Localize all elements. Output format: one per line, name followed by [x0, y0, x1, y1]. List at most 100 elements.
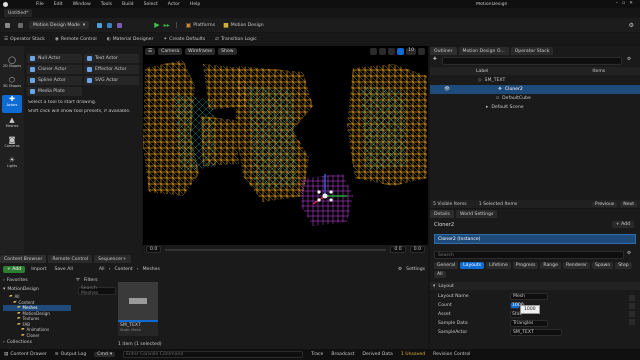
mode-cameras[interactable]: ◙ Cameras	[2, 136, 22, 148]
motion-design-button[interactable]: Motion Design	[231, 23, 264, 28]
unsaved-badge[interactable]: 1 Unsaved	[401, 352, 425, 357]
console-input[interactable]: Enter Console Command	[123, 351, 304, 358]
project-header[interactable]: ▾ MotionDesign	[3, 286, 71, 293]
reset-icon[interactable]	[629, 303, 635, 309]
tab-operator-stack[interactable]: Operator Stack	[510, 47, 554, 55]
add-button[interactable]: + Add	[3, 266, 26, 273]
cloner-actor-button[interactable]: Cloner Actor	[27, 65, 82, 74]
reset-icon[interactable]	[629, 311, 635, 317]
text-actor-button[interactable]: Text Actor	[84, 54, 139, 63]
translate-tool-icon[interactable]	[370, 48, 378, 55]
grid-snap-icon[interactable]	[397, 48, 405, 55]
sample-data-select[interactable]: Triangles	[510, 319, 548, 327]
mode-actors[interactable]: ✚ Actors	[2, 95, 22, 113]
breadcrumb-content[interactable]: Content	[114, 267, 132, 272]
level-tab[interactable]: Untitled*	[4, 9, 33, 17]
revision-control-button[interactable]: Revision Control	[433, 352, 470, 357]
show-button[interactable]: Show	[218, 48, 237, 55]
null-actor-button[interactable]: Null Actor	[27, 54, 82, 63]
tab-outliner[interactable]: Outliner	[430, 47, 457, 55]
outliner-row[interactable]: ◇ SM_TEXT	[430, 76, 640, 85]
reset-icon[interactable]	[629, 295, 635, 301]
save-icon[interactable]	[5, 22, 10, 28]
play-icon[interactable]: ▶	[154, 21, 159, 29]
mode-3d-shapes[interactable]: ⬡ 3D Shapes	[2, 76, 22, 88]
filter-range[interactable]: Range	[540, 262, 561, 269]
menu-edit[interactable]: Edit	[54, 2, 63, 7]
reset-icon[interactable]	[629, 319, 635, 325]
menu-select[interactable]: Select	[144, 2, 158, 7]
mode-lights[interactable]: ☀ Lights	[2, 156, 22, 168]
outliner-filter-icon[interactable]: ⚙	[627, 57, 631, 62]
window-controls[interactable]: –▫✕	[616, 1, 637, 6]
filter-progress[interactable]: Progress	[512, 262, 539, 269]
cinematics-icon[interactable]	[117, 22, 123, 28]
sample-actor-select[interactable]: SM_TEXT	[510, 328, 562, 336]
menu-window[interactable]: Window	[73, 2, 91, 7]
mode-2d-shapes[interactable]: ◯ 2D Shapes	[2, 56, 22, 68]
menu-actor[interactable]: Actor	[168, 2, 180, 7]
more-options-icon[interactable]: ⋮	[174, 22, 180, 29]
breadcrumb-meshes[interactable]: Meshes	[143, 267, 160, 272]
add-content-icon[interactable]	[97, 22, 103, 28]
instance-row[interactable]: Cloner2 (Instance)	[434, 234, 636, 244]
svg-actor-button[interactable]: SVG Actor	[84, 76, 139, 85]
save-all-button[interactable]: Save All	[52, 266, 74, 273]
play-options-icon[interactable]: ▸▸	[164, 22, 170, 29]
filter-renderer[interactable]: Renderer	[562, 262, 590, 269]
media-plate-button[interactable]: Media Plate	[27, 87, 82, 96]
tab-motion-design-outliner[interactable]: Motion Design O...	[458, 47, 509, 55]
filter-all[interactable]: All	[434, 271, 446, 278]
operator-stack-button[interactable]: ☰ Operator Stack	[4, 37, 45, 42]
effector-actor-button[interactable]: Effector Actor	[84, 65, 139, 74]
layout-name-select[interactable]: Mesh	[510, 292, 548, 300]
tab-content-browser[interactable]: Content Browser	[0, 255, 47, 263]
details-search[interactable]: Search	[434, 251, 624, 259]
mode-dropdown[interactable]: Motion Design Mode ▾	[29, 21, 90, 29]
settings-icon[interactable]: ⚙	[398, 267, 402, 272]
tab-sequencer[interactable]: Sequencer+	[94, 255, 131, 263]
scale-tool-icon[interactable]	[388, 48, 396, 55]
count-input[interactable]: 1000	[510, 301, 524, 309]
trace-button[interactable]: Trace	[311, 352, 323, 357]
visibility-icon[interactable]: 👁	[444, 87, 450, 92]
content-settings-button[interactable]: Settings	[406, 267, 425, 272]
filter-step[interactable]: Step	[615, 262, 632, 269]
filters-button[interactable]: Filters	[84, 278, 98, 283]
add-actor-icon[interactable]: ✚	[433, 57, 437, 62]
next-button[interactable]: Next	[620, 201, 637, 207]
remote-control-button[interactable]: ◉ Remote Control	[55, 37, 97, 42]
timeline-mid[interactable]: 0.0	[390, 246, 406, 253]
timeline-start[interactable]: 0.0	[146, 246, 162, 253]
mode-meshes[interactable]: ▲ Meshes	[2, 116, 22, 128]
add-component-button[interactable]: + Add	[611, 221, 634, 228]
outliner-row[interactable]: ▫ DefaultCube	[430, 94, 640, 103]
snap-value[interactable]: 10	[406, 48, 416, 55]
menu-help[interactable]: Help	[190, 2, 200, 7]
transition-logic-button[interactable]: ⇄ Transition Logic	[215, 37, 257, 42]
view-mode-button[interactable]: Wireframe	[185, 48, 216, 55]
material-designer-button[interactable]: ◐ Material Designer	[107, 37, 154, 42]
filter-layouts[interactable]: Layouts	[460, 262, 485, 269]
timeline-track[interactable]	[165, 248, 387, 251]
maximize-icon[interactable]	[418, 48, 425, 55]
tab-details[interactable]: Details	[430, 210, 454, 218]
breadcrumb-all[interactable]: All	[99, 267, 105, 272]
filter-spawn[interactable]: Spawn	[591, 262, 614, 269]
filter-icon[interactable]: ⛛	[76, 277, 80, 283]
create-defaults-button[interactable]: ✦ Create Defaults	[163, 37, 205, 42]
collections-header[interactable]: › Collections	[3, 338, 32, 346]
menu-build[interactable]: Build	[122, 2, 134, 7]
cmd-dropdown[interactable]: Cmd ▾	[94, 352, 116, 357]
spline-actor-button[interactable]: Spline Actor	[27, 76, 82, 85]
asset-search[interactable]: Search Meshes	[78, 286, 116, 296]
camera-button[interactable]: Camera	[158, 48, 183, 55]
platforms-button[interactable]: Platforms	[193, 23, 215, 28]
tab-world-settings[interactable]: World Settings	[455, 210, 498, 218]
output-log-button[interactable]: ≡ Output Log	[55, 352, 86, 357]
tab-remote-control[interactable]: Remote Control	[48, 255, 93, 263]
layout-section-header[interactable]: ▾ Layout	[430, 282, 640, 290]
outliner-row-selected[interactable]: 👁 ❖ Cloner2	[430, 85, 640, 94]
filter-general[interactable]: General	[434, 262, 459, 269]
import-button[interactable]: Import	[29, 266, 48, 273]
